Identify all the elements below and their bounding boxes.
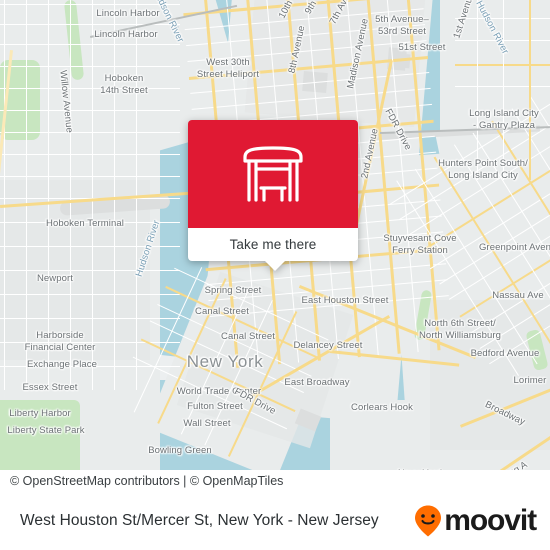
map-place-label: Greenpoint Aven	[478, 242, 550, 253]
footer-bar: West Houston St/Mercer St, New York - Ne…	[0, 492, 550, 550]
map-place-label: Canal Street	[194, 306, 250, 317]
moovit-pin-icon	[415, 505, 442, 537]
map-place-label: Nassau Ave	[492, 290, 544, 301]
map-place-label: Lorimer	[513, 375, 547, 386]
map-place-label: Financial Center	[24, 342, 96, 353]
map-canvas[interactable]: Lincoln Harbor Lincoln Harbor West 30th Str…	[0, 0, 550, 492]
map-place-label: 51st Street	[398, 42, 446, 53]
map-place-label: Lincoln Harbor	[96, 8, 160, 19]
map-place-label: 53rd Street	[377, 26, 427, 37]
map-place-label: Newport	[36, 273, 74, 284]
take-me-there-label: Take me there	[229, 237, 317, 252]
map-place-label: Stuyvesant Cove	[383, 233, 457, 244]
moovit-wordmark: moovit	[444, 504, 537, 537]
map-place-label: Liberty State Park	[7, 425, 85, 436]
map-place-label: Hoboken	[104, 73, 144, 84]
map-place-label: East Broadway	[284, 377, 350, 388]
map-place-label: Delancey Street	[293, 340, 363, 351]
take-me-there-button[interactable]: Take me there	[188, 228, 358, 261]
map-place-label: Corlears Hook	[350, 402, 414, 413]
moovit-logo[interactable]: moovit	[413, 504, 537, 538]
map-place-label: 5th Avenue–	[375, 14, 429, 25]
station-title: West Houston St/Mercer St, New York - Ne…	[20, 512, 379, 529]
map-place-label: Spring Street	[204, 285, 262, 296]
map-place-label: Hoboken Terminal	[46, 218, 124, 229]
map-attribution-bar: © OpenStreetMap contributors | © OpenMap…	[0, 470, 550, 492]
map-place-label: North Williamsburg	[418, 330, 502, 341]
map-place-label: East Houston Street	[301, 295, 389, 306]
map-place-label: Hunters Point South/	[438, 158, 528, 169]
map-place-label: 14th Street	[100, 85, 148, 96]
moovit-map-screenshot: Lincoln Harbor Lincoln Harbor West 30th Str…	[0, 0, 550, 550]
map-place-label: Harborside	[36, 330, 84, 341]
map-place-label: Essex Street	[22, 382, 78, 393]
popup-pointer-tail	[264, 260, 286, 271]
map-place-label: Long Island City	[469, 108, 539, 119]
map-place-label: Wall Street	[183, 418, 231, 429]
map-city-label: New York	[186, 352, 264, 371]
map-place-label: Exchange Place	[26, 359, 98, 370]
map-place-label: - Gantry Plaza	[472, 120, 536, 131]
map-place-label: Lincoln Harbor	[94, 29, 158, 40]
map-place-label: Bedford Avenue	[470, 348, 540, 359]
map-place-label: Liberty Harbor	[9, 408, 71, 419]
map-place-label: Canal Street	[220, 331, 276, 342]
popup-icon-area	[188, 120, 358, 228]
map-place-label: Long Island City	[448, 170, 518, 181]
map-place-label: Ferry Station	[392, 245, 448, 256]
map-place-label: North 6th Street/	[424, 318, 496, 329]
station-popup-card[interactable]: Take me there	[188, 120, 358, 271]
map-place-label: Street Heliport	[196, 69, 260, 80]
map-place-label: Bowling Green	[148, 445, 212, 456]
map-place-label: West 30th	[206, 57, 250, 68]
street-grid-queens	[455, 0, 550, 180]
attribution-text[interactable]: © OpenStreetMap contributors | © OpenMap…	[10, 474, 283, 488]
bus-shelter-icon	[243, 146, 303, 202]
map-place-label: Fulton Street	[187, 401, 243, 412]
